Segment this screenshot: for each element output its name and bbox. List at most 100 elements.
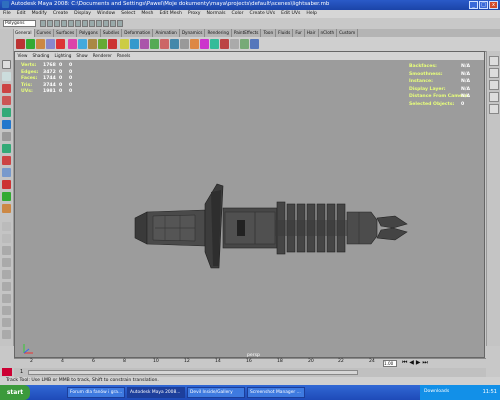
minimize-button[interactable]: _ [469, 1, 478, 9]
select-hierarchy-icon[interactable] [61, 20, 67, 27]
save-scene-icon[interactable] [54, 20, 60, 27]
menu-proxy[interactable]: Proxy [185, 10, 204, 18]
extrude-icon[interactable] [108, 39, 117, 49]
panel-menu-view[interactable]: View [15, 52, 30, 60]
perspective-viewport[interactable]: View Shading Lighting Show Renderer Pane… [14, 51, 485, 358]
last-tool-icon[interactable] [2, 168, 11, 177]
panel-menu-lighting[interactable]: Lighting [52, 52, 74, 60]
lasso-tool-icon[interactable] [2, 72, 11, 81]
menu-window[interactable]: Window [94, 10, 118, 18]
smooth-icon[interactable] [150, 39, 159, 49]
layout-preset-icon[interactable] [2, 282, 11, 291]
close-button[interactable]: x [489, 1, 498, 9]
menu-file[interactable]: File [0, 10, 14, 18]
show-manipulator-icon[interactable] [2, 156, 11, 165]
paint-select-icon[interactable] [2, 84, 11, 93]
layout-preset-icon[interactable] [2, 318, 11, 327]
select-object-icon[interactable] [68, 20, 74, 27]
help-icon[interactable] [56, 39, 65, 49]
menu-edit-uvs[interactable]: Edit UVs [278, 10, 303, 18]
cone-icon[interactable] [68, 39, 77, 49]
layout-four-icon[interactable] [2, 192, 11, 201]
menu-create-uvs[interactable]: Create UVs [247, 10, 279, 18]
tab-ncloth[interactable]: nCloth [319, 29, 338, 37]
tab-hair[interactable]: Hair [305, 29, 319, 37]
new-scene-icon[interactable] [40, 20, 46, 27]
layout-single-icon[interactable] [2, 180, 11, 189]
tab-fluids[interactable]: Fluids [276, 29, 294, 37]
menu-mesh[interactable]: Mesh [138, 10, 156, 18]
soft-mod-icon[interactable] [2, 144, 11, 153]
layout-persp-graph-icon[interactable] [2, 222, 11, 231]
lightsaber-hilt-model[interactable] [125, 182, 415, 272]
menu-modify[interactable]: Modify [29, 10, 50, 18]
maximize-button[interactable]: □ [479, 1, 488, 9]
taskbar-item[interactable]: Forum dla fanów i gra... [67, 387, 125, 398]
range-slider-bar[interactable] [28, 370, 358, 375]
snap-grid-icon[interactable] [82, 20, 88, 27]
tab-curves[interactable]: Curves [35, 29, 55, 37]
tool-settings-icon[interactable] [489, 80, 499, 90]
menu-color[interactable]: Color [229, 10, 247, 18]
bevel-icon[interactable] [140, 39, 149, 49]
menu-set-dropdown[interactable]: Polygons [3, 20, 36, 27]
downloads-label[interactable]: Downloads [424, 389, 449, 394]
tab-dynamics[interactable]: Dynamics [180, 29, 206, 37]
nurbs-sphere-icon[interactable] [98, 39, 107, 49]
tab-custom[interactable]: Custom [337, 29, 359, 37]
separate-icon[interactable] [170, 39, 179, 49]
tab-general[interactable]: General [13, 29, 35, 37]
panel-menu-renderer[interactable]: Renderer [90, 52, 114, 60]
insert-edge-icon[interactable] [130, 39, 139, 49]
layout-persp-outliner-icon[interactable] [2, 204, 11, 213]
open-scene-icon[interactable] [47, 20, 53, 27]
tab-surfaces[interactable]: Surfaces [54, 29, 78, 37]
layout-preset-icon[interactable] [2, 294, 11, 303]
panel-menu-panels[interactable]: Panels [114, 52, 132, 60]
taskbar-item[interactable]: Autodesk Maya 2008... [127, 387, 185, 398]
tab-deformation[interactable]: Deformation [122, 29, 154, 37]
taskbar-item[interactable]: Devil Inside/Gallery [187, 387, 245, 398]
outliner-panel-icon[interactable] [489, 104, 499, 114]
panel-menu-shading[interactable]: Shading [30, 52, 52, 60]
render-icon[interactable] [103, 20, 109, 27]
material-icon[interactable] [200, 39, 209, 49]
graph-editor-icon[interactable] [240, 39, 249, 49]
light-icon[interactable] [190, 39, 199, 49]
render-view-icon[interactable] [250, 39, 259, 49]
merge-icon[interactable] [180, 39, 189, 49]
attribute-editor-icon[interactable] [489, 68, 499, 78]
channel-box-icon[interactable] [489, 56, 499, 66]
current-frame-field[interactable]: 1.00 [383, 360, 397, 367]
rotate-tool-icon[interactable] [2, 108, 11, 117]
move-tool-icon[interactable] [2, 96, 11, 105]
outliner-icon[interactable] [230, 39, 239, 49]
mel-script-icon[interactable] [16, 39, 25, 49]
torus-icon[interactable] [88, 39, 97, 49]
layout-preset-icon[interactable] [2, 246, 11, 255]
select-tool-icon[interactable] [2, 60, 11, 69]
ipr-render-icon[interactable] [110, 20, 116, 27]
tab-animation[interactable]: Animation [153, 29, 180, 37]
select-component-icon[interactable] [75, 20, 81, 27]
menu-display[interactable]: Display [71, 10, 94, 18]
snap-curve-icon[interactable] [89, 20, 95, 27]
menu-help[interactable]: Help [303, 10, 319, 18]
scale-tool-icon[interactable] [2, 120, 11, 129]
auto-key-icon[interactable] [2, 368, 12, 376]
tab-subdivs[interactable]: Subdivs [101, 29, 123, 37]
cylinder-icon[interactable] [46, 39, 55, 49]
layout-preset-icon[interactable] [2, 330, 11, 339]
playback-controls[interactable]: ⏮ ◀ ▶ ⏭ [402, 359, 428, 367]
menu-edit[interactable]: Edit [14, 10, 29, 18]
menu-edit-mesh[interactable]: Edit Mesh [156, 10, 184, 18]
taskbar-item[interactable]: Screenshot Manager ... [247, 387, 305, 398]
manipulator-icon[interactable] [2, 132, 11, 141]
layout-preset-icon[interactable] [2, 258, 11, 267]
layer-editor-icon[interactable] [489, 92, 499, 102]
snap-point-icon[interactable] [96, 20, 102, 27]
tab-polygons[interactable]: Polygons [77, 29, 101, 37]
sphere-icon[interactable] [36, 39, 45, 49]
menu-create[interactable]: Create [50, 10, 71, 18]
range-start[interactable]: 1 [20, 369, 23, 375]
